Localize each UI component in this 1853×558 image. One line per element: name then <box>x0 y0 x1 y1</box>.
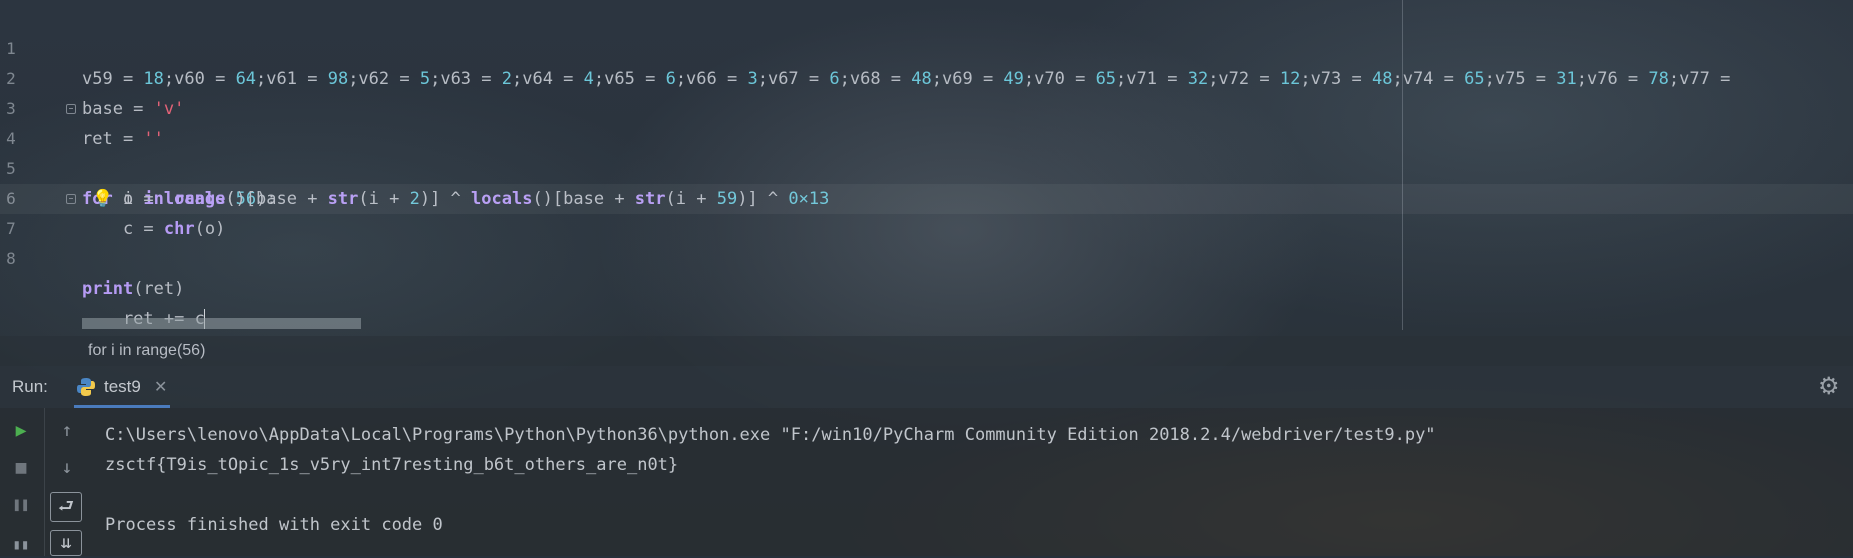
rerun-icon[interactable]: ▶ <box>8 418 34 444</box>
code-line[interactable]: 1 v59 = 18;v60 = 64;v61 = 98;v62 = 5;v63… <box>0 4 1853 89</box>
run-console[interactable]: ▶ ↑ ■ ↓ ❚❚ ⮐ ⇊ ▮▮ C:\Users\lenovo\AppDat… <box>0 408 1853 556</box>
console-output-line: zsctf{T9is_tOpic_1s_v5ry_int7resting_b6t… <box>105 455 679 475</box>
code-editor[interactable]: 1 v59 = 18;v60 = 64;v61 = 98;v62 = 5;v63… <box>0 0 1853 336</box>
horizontal-scrollbar[interactable] <box>82 318 361 329</box>
run-label: Run: <box>12 377 48 396</box>
fold-marker-icon[interactable] <box>66 104 76 114</box>
code-line[interactable]: 2 base = 'v' <box>0 34 1853 119</box>
code-line[interactable]: 8 print(ret) <box>0 214 1853 299</box>
scroll-to-end-icon[interactable]: ⇊ <box>50 530 82 556</box>
code-line-current[interactable]: 7 💡 ret += c <box>0 184 1853 329</box>
fold-marker-icon[interactable] <box>66 194 76 204</box>
toolbar-divider <box>44 408 45 556</box>
stop-icon[interactable]: ■ <box>8 455 34 481</box>
layout-icon[interactable]: ▮▮ <box>8 532 34 558</box>
soft-wrap-icon[interactable]: ⮐ <box>50 492 82 522</box>
code-line[interactable]: 6 c = chr(o) <box>0 154 1853 239</box>
tab-label: test9 <box>104 377 141 396</box>
pause-icon[interactable]: ❚❚ <box>8 492 34 518</box>
run-tool-window-header: Run: test9 ✕ ⚙ <box>0 366 1853 408</box>
down-arrow-icon[interactable]: ↓ <box>54 455 80 481</box>
tab-test9[interactable]: test9 ✕ <box>74 366 170 408</box>
gear-icon[interactable]: ⚙ <box>1818 374 1840 400</box>
close-icon[interactable]: ✕ <box>154 377 167 397</box>
code-line[interactable]: 4 for i in range(56): <box>0 94 1853 209</box>
breadcrumb[interactable]: for i in range(56) <box>0 336 1853 366</box>
code-text: print(ret) <box>82 279 185 299</box>
console-status-line: Process finished with exit code 0 <box>105 515 443 535</box>
python-icon <box>77 378 95 396</box>
code-line[interactable]: 3 ret = '' <box>0 64 1853 149</box>
line-number: 8 <box>6 249 16 268</box>
lightbulb-icon[interactable]: 💡 <box>92 189 113 209</box>
code-line[interactable]: 5 o = locals()[base + str(i + 2)] ^ loca… <box>0 124 1853 209</box>
up-arrow-icon[interactable]: ↑ <box>54 418 80 444</box>
breadcrumb-item[interactable]: for i in range(56) <box>88 336 205 366</box>
console-command-line: C:\Users\lenovo\AppData\Local\Programs\P… <box>105 425 1436 445</box>
